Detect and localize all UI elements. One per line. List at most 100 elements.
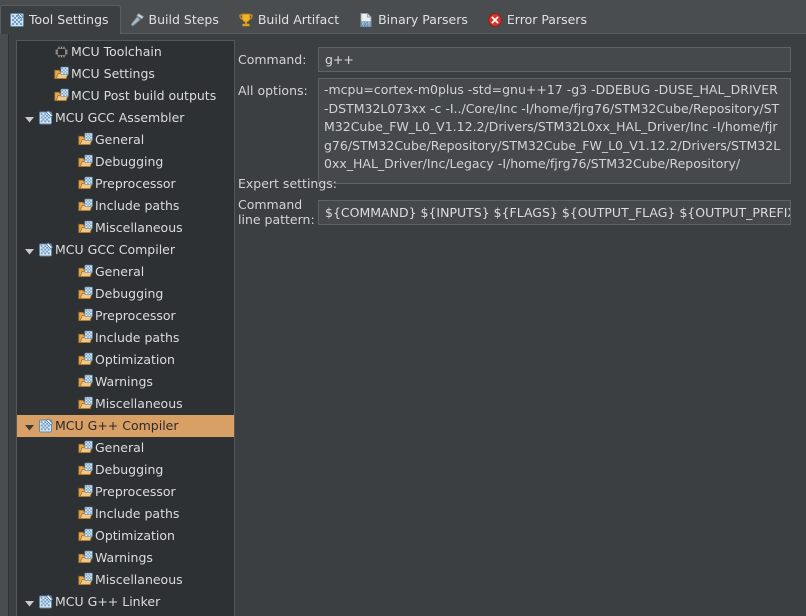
- tab-build-artifact[interactable]: Build Artifact: [230, 6, 350, 34]
- twisty-expanded-icon[interactable]: [23, 596, 36, 609]
- folder-icon: [78, 484, 93, 498]
- tab-label: Build Artifact: [257, 12, 340, 27]
- folder-icon: [78, 330, 93, 344]
- tree-item-label: MCU Settings: [71, 66, 155, 81]
- tree-item-miscellaneous[interactable]: Miscellaneous: [17, 393, 234, 415]
- folder-icon: [54, 66, 69, 80]
- command-line-pattern-label-line2: line pattern:: [238, 212, 315, 227]
- tree-item-label: Preprocessor: [95, 308, 176, 323]
- tree-item-debugging[interactable]: Debugging: [17, 459, 234, 481]
- build-steps-icon: [130, 12, 144, 27]
- tree-item-miscellaneous[interactable]: Miscellaneous: [17, 217, 234, 239]
- tool-icon: [39, 594, 54, 609]
- tab-error-parsers[interactable]: Error Parsers: [479, 6, 598, 34]
- tree-item-label: General: [95, 264, 145, 279]
- tool-settings-form: Command: g++ All options: -mcpu=cortex-m…: [236, 34, 806, 616]
- tree-item-label: MCU GCC Compiler: [55, 242, 176, 257]
- tree-item-preprocessor[interactable]: Preprocessor: [17, 173, 234, 195]
- tab-bar: Tool Settings Build Steps Build Artifact 01…: [0, 0, 806, 34]
- tree-item-general[interactable]: General: [17, 129, 234, 151]
- folder-icon: [78, 264, 93, 278]
- tree-twisty[interactable]: [21, 244, 37, 257]
- tree-item-mcu-toolchain[interactable]: MCU Toolchain: [17, 41, 234, 63]
- tree-twisty[interactable]: [21, 596, 37, 609]
- tool-icon: [39, 242, 54, 257]
- tree-item-label: Debugging: [95, 286, 164, 301]
- tree-item-label: Miscellaneous: [95, 396, 183, 411]
- tab-binary-parsers[interactable]: 010 Binary Parsers: [350, 6, 479, 34]
- folder-icon: [78, 308, 93, 322]
- tree-item-preprocessor[interactable]: Preprocessor: [17, 305, 234, 327]
- tree-item-label: Optimization: [95, 528, 175, 543]
- settings-tree-panel: MCU Toolchain MCU Settings MCU Post build …: [16, 40, 235, 616]
- tab-label: Tool Settings: [29, 12, 109, 27]
- tree-item-label: Include paths: [95, 506, 180, 521]
- tree-item-label: MCU GCC Assembler: [55, 110, 185, 125]
- tree-item-include-paths[interactable]: Include paths: [17, 503, 234, 525]
- tab-label: Error Parsers: [506, 12, 587, 27]
- tree-item-mcu-gpp-linker[interactable]: MCU G++ Linker: [17, 591, 234, 613]
- folder-icon: [54, 88, 69, 102]
- folder-icon: [78, 396, 93, 410]
- tree-item-mcu-gpp-compiler[interactable]: MCU G++ Compiler: [17, 415, 234, 437]
- tree-item-general[interactable]: General: [17, 261, 234, 283]
- binary-parsers-icon: 010: [360, 13, 372, 28]
- tree-item-label: Warnings: [95, 550, 153, 565]
- error-parsers-icon: [488, 13, 502, 27]
- folder-icon: [78, 550, 93, 564]
- folder-icon: [78, 506, 93, 520]
- tree-item-label: Preprocessor: [95, 176, 176, 191]
- folder-icon: [78, 440, 93, 454]
- tree-item-label: MCU G++ Linker: [55, 594, 161, 609]
- command-line-pattern-label-line1: Command: [238, 197, 303, 212]
- tree-item-mcu-gcc-compiler[interactable]: MCU GCC Compiler: [17, 239, 234, 261]
- tab-label: Build Steps: [148, 12, 219, 27]
- settings-tree[interactable]: MCU Toolchain MCU Settings MCU Post build …: [17, 41, 234, 616]
- settings-body: MCU Toolchain MCU Settings MCU Post build …: [0, 34, 806, 616]
- tree-item-miscellaneous[interactable]: Miscellaneous: [17, 569, 234, 591]
- tool-icon: [39, 418, 54, 433]
- tree-twisty[interactable]: [21, 420, 37, 433]
- tab-tool-settings[interactable]: Tool Settings: [0, 5, 121, 34]
- tree-item-label: Include paths: [95, 330, 180, 345]
- tree-item-warnings[interactable]: Warnings: [17, 547, 234, 569]
- folder-icon: [78, 286, 93, 300]
- command-input[interactable]: g++: [318, 47, 791, 72]
- tree-item-debugging[interactable]: Debugging: [17, 151, 234, 173]
- tree-item-optimization[interactable]: Optimization: [17, 525, 234, 547]
- all-options-textarea[interactable]: -mcpu=cortex-m0plus -std=gnu++17 -g3 -DD…: [318, 78, 791, 184]
- tab-build-steps[interactable]: Build Steps: [121, 6, 230, 34]
- tree-item-label: Optimization: [95, 352, 175, 367]
- chip-icon: [55, 46, 68, 58]
- tree-item-include-paths[interactable]: Include paths: [17, 327, 234, 349]
- folder-icon: [78, 528, 93, 542]
- tree-item-mcu-gcc-assembler[interactable]: MCU GCC Assembler: [17, 107, 234, 129]
- twisty-expanded-icon[interactable]: [23, 420, 36, 433]
- folder-icon: [78, 132, 93, 146]
- tree-twisty[interactable]: [21, 112, 37, 125]
- command-label: Command:: [238, 52, 307, 67]
- folder-icon: [78, 572, 93, 586]
- command-line-pattern-input[interactable]: ${COMMAND} ${INPUTS} ${FLAGS} ${OUTPUT_F…: [318, 200, 791, 225]
- folder-icon: [78, 176, 93, 190]
- panel-splitter[interactable]: [0, 34, 9, 616]
- tree-item-label: General: [95, 440, 145, 455]
- tree-item-label: Debugging: [95, 462, 164, 477]
- tree-item-debugging[interactable]: Debugging: [17, 283, 234, 305]
- tree-item-mcu-settings[interactable]: MCU Settings: [17, 63, 234, 85]
- tree-item-include-paths[interactable]: Include paths: [17, 195, 234, 217]
- tree-item-label: MCU G++ Compiler: [55, 418, 179, 433]
- folder-icon: [78, 374, 93, 388]
- tree-item-optimization[interactable]: Optimization: [17, 349, 234, 371]
- tool-icon: [39, 110, 54, 125]
- twisty-expanded-icon[interactable]: [23, 244, 36, 257]
- tree-item-warnings[interactable]: Warnings: [17, 371, 234, 393]
- tree-item-preprocessor[interactable]: Preprocessor: [17, 481, 234, 503]
- twisty-expanded-icon[interactable]: [23, 112, 36, 125]
- expert-settings-label: Expert settings:: [238, 176, 337, 191]
- folder-icon: [78, 154, 93, 168]
- tree-item-mcu-post-build-outputs[interactable]: MCU Post build outputs: [17, 85, 234, 107]
- folder-icon: [78, 462, 93, 476]
- tab-label: Binary Parsers: [378, 12, 468, 27]
- tree-item-general[interactable]: General: [17, 437, 234, 459]
